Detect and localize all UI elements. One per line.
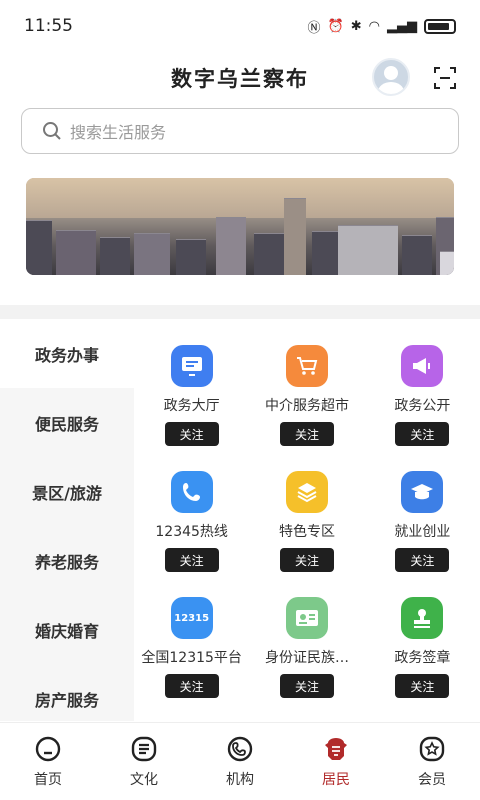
- service-item[interactable]: 政务大厅 关注: [134, 345, 249, 471]
- search-placeholder: 搜索生活服务: [70, 123, 167, 142]
- nav-item-culture[interactable]: 文化: [96, 723, 192, 800]
- service-item[interactable]: 12345热线 关注: [134, 471, 249, 597]
- category-sidebar: 政务办事 便民服务 景区/旅游 养老服务 婚庆婚育 房产服务: [0, 319, 134, 721]
- nav-label: 首页: [34, 772, 62, 788]
- stamp-icon: [401, 597, 444, 639]
- banner-building: [284, 198, 306, 275]
- banner-building: [134, 233, 170, 275]
- nav-item-home[interactable]: 首页: [0, 723, 96, 800]
- bluetooth-icon: ✱: [350, 18, 362, 34]
- bottom-nav: 首页 文化 机构 居民 会员: [0, 722, 480, 800]
- 12315-icon: 12315: [170, 597, 213, 639]
- section-divider: [0, 305, 480, 319]
- nfc-icon: Ⓝ: [307, 20, 321, 36]
- service-label: 特色专区: [278, 524, 335, 540]
- service-label: 中介服务超市: [264, 398, 349, 414]
- service-item[interactable]: 中介服务超市 关注: [249, 345, 364, 471]
- alarm-icon: ⏰: [327, 18, 344, 34]
- sidebar-item-bianmin[interactable]: 便民服务: [0, 388, 134, 457]
- service-grid: 政务大厅 关注 中介服务超市 关注 政务公开 关注 12345热线 关注 特色专…: [134, 319, 480, 721]
- service-label: 政务公开: [394, 398, 451, 414]
- nav-item-resident[interactable]: 居民: [288, 723, 384, 800]
- service-label: 政务大厅: [163, 398, 220, 414]
- follow-button[interactable]: 关注: [164, 548, 219, 572]
- status-icons: Ⓝ ⏰ ✱ ◠ ▂▄▆: [308, 17, 456, 36]
- banner-building: [100, 237, 130, 275]
- sidebar-item-hunqing[interactable]: 婚庆婚育: [0, 595, 134, 664]
- star-circle-icon: [419, 736, 445, 762]
- follow-button[interactable]: 关注: [279, 422, 334, 446]
- follow-button[interactable]: 关注: [395, 548, 450, 572]
- resident-icon: [325, 738, 347, 760]
- service-item[interactable]: 就业创业 关注: [365, 471, 480, 597]
- graduation-icon: [401, 471, 444, 513]
- home-icon: [35, 736, 61, 762]
- search-input[interactable]: 搜索生活服务: [21, 108, 459, 154]
- city-banner[interactable]: [26, 178, 454, 275]
- nav-label: 居民: [322, 772, 350, 788]
- nav-label: 机构: [226, 772, 254, 788]
- scan-icon[interactable]: [434, 67, 456, 89]
- sidebar-item-yanglao[interactable]: 养老服务: [0, 526, 134, 595]
- banner-sky: [26, 178, 454, 218]
- wifi-icon: ◠: [368, 18, 380, 34]
- service-item[interactable]: 身份证民族… 关注: [249, 597, 364, 723]
- avatar[interactable]: [372, 58, 410, 96]
- banner-building: [56, 230, 96, 275]
- service-label: 12345热线: [155, 524, 228, 540]
- banner-building: [440, 251, 454, 275]
- signal-icon: ▂▄▆: [387, 18, 417, 34]
- id-card-icon: [285, 597, 328, 639]
- cart-icon: [285, 345, 328, 387]
- follow-button[interactable]: 关注: [164, 674, 219, 698]
- banner-building: [176, 239, 206, 275]
- phone-icon: [170, 471, 213, 513]
- battery-icon: [424, 18, 456, 34]
- sidebar-item-lvyou[interactable]: 景区/旅游: [0, 457, 134, 526]
- service-item[interactable]: 政务公开 关注: [365, 345, 480, 471]
- monitor-icon: [170, 345, 213, 387]
- layers-icon: [285, 471, 328, 513]
- banner-building: [26, 220, 52, 275]
- service-item[interactable]: 特色专区 关注: [249, 471, 364, 597]
- service-item[interactable]: 12315 全国12315平台 关注: [134, 597, 249, 723]
- nav-label: 文化: [130, 772, 158, 788]
- spacer: [0, 275, 480, 305]
- nav-label: 会员: [418, 772, 446, 788]
- service-item[interactable]: 政务签章 关注: [365, 597, 480, 723]
- follow-button[interactable]: 关注: [164, 422, 219, 446]
- service-label: 政务签章: [394, 650, 451, 666]
- status-bar: 11:55 Ⓝ ⏰ ✱ ◠ ▂▄▆: [0, 0, 480, 52]
- follow-button[interactable]: 关注: [279, 674, 334, 698]
- service-area: 政务办事 便民服务 景区/旅游 养老服务 婚庆婚育 房产服务 政务大厅 关注 中…: [0, 319, 480, 721]
- phone-circle-icon: [227, 736, 253, 762]
- sidebar-item-zhengwu[interactable]: 政务办事: [0, 319, 134, 388]
- banner-building: [402, 235, 432, 275]
- service-label: 身份证民族…: [264, 650, 349, 666]
- follow-button[interactable]: 关注: [279, 548, 334, 572]
- app-header: 数字乌兰察布: [0, 52, 480, 104]
- status-time: 11:55: [24, 16, 73, 36]
- banner-building: [338, 225, 398, 275]
- follow-button[interactable]: 关注: [395, 674, 450, 698]
- nav-item-institution[interactable]: 机构: [192, 723, 288, 800]
- nav-item-member[interactable]: 会员: [384, 723, 480, 800]
- banner-building: [216, 217, 246, 275]
- app-title: 数字乌兰察布: [171, 66, 309, 91]
- service-label: 就业创业: [394, 524, 451, 540]
- document-icon: [131, 736, 157, 762]
- search-icon: [43, 122, 61, 140]
- follow-button[interactable]: 关注: [395, 422, 450, 446]
- megaphone-icon: [401, 345, 444, 387]
- service-label: 全国12315平台: [141, 650, 242, 666]
